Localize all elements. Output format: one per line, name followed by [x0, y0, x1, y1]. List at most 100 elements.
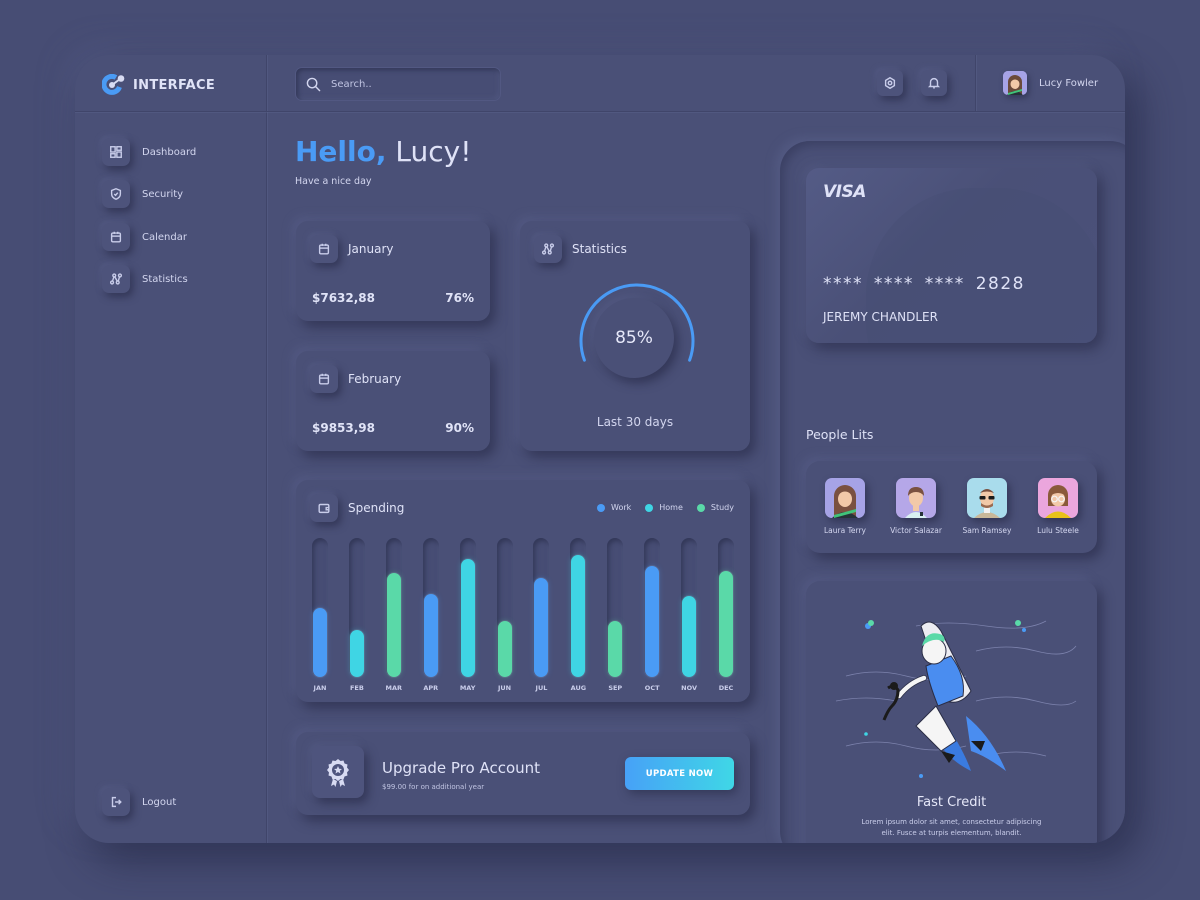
person-name: Victor Salazar — [890, 526, 942, 535]
brand-logo[interactable]: INTERFACE — [102, 74, 215, 96]
legend-item-home[interactable]: Home — [645, 503, 683, 512]
statistics-card[interactable]: Statistics 85% Last 30 days — [520, 221, 750, 451]
bar-sep[interactable] — [608, 621, 623, 677]
bar-track — [312, 538, 328, 677]
credit-description: Lorem ipsum dolor sit amet, consectetur … — [861, 818, 1042, 837]
chart-legend: Work Home Study — [597, 503, 734, 512]
legend-label: Work — [611, 503, 632, 512]
sidebar-item-statistics[interactable]: Statistics — [102, 265, 188, 293]
month-percent: 76% — [445, 291, 474, 305]
user-divider — [975, 55, 976, 111]
avatar — [967, 478, 1007, 518]
month-amount: $7632,88 — [312, 291, 376, 305]
bar-track — [459, 538, 476, 677]
gear-icon — [884, 76, 896, 90]
rocket-illustration — [835, 620, 1077, 778]
credit-card-visual[interactable]: VISA **** **** **** 2828 JEREMY CHANDLER — [806, 168, 1097, 343]
upgrade-card: Upgrade Pro Account $99.00 for on additi… — [296, 732, 750, 815]
bar-jan[interactable] — [313, 607, 327, 677]
bar-may[interactable] — [460, 558, 475, 677]
sidebar-item-dashboard[interactable]: Dashboard — [102, 138, 196, 166]
logout-icon — [111, 796, 122, 808]
bar-label: APR — [423, 684, 439, 692]
month-label: January — [348, 242, 394, 256]
spending-icon-box — [310, 494, 338, 522]
bar-label: JUN — [497, 684, 512, 692]
upgrade-subtitle: $99.00 for on additional year — [382, 783, 485, 791]
month-card-january[interactable]: January $7632,88 76% — [296, 221, 490, 321]
gauge-value: 85% — [594, 298, 674, 378]
legend-label: Study — [710, 503, 734, 512]
spending-header: Spending — [310, 494, 404, 522]
month-percent: 90% — [445, 421, 474, 435]
shield-icon — [110, 187, 122, 201]
search-icon — [306, 77, 321, 91]
bar-aug[interactable] — [571, 554, 586, 677]
bar-jul[interactable] — [534, 578, 549, 677]
legend-label: Home — [659, 503, 683, 512]
bar-track — [533, 538, 550, 677]
statistics-icon-box — [534, 235, 562, 263]
person-name: Laura Terry — [824, 526, 866, 535]
bar-jun[interactable] — [497, 621, 512, 677]
bar-label: DEC — [718, 684, 734, 692]
sidebar-item-label: Dashboard — [142, 146, 197, 158]
avatar — [825, 478, 865, 518]
bar-nov[interactable] — [682, 596, 697, 677]
bar-track — [607, 538, 624, 677]
statistics-footer: Last 30 days — [596, 415, 674, 429]
sidebar-item-security[interactable]: Security — [102, 180, 183, 208]
month-icon-box — [310, 235, 338, 263]
bar-label: MAR — [385, 684, 403, 692]
bell-icon — [927, 77, 941, 89]
calendar-icon — [110, 231, 122, 243]
logout-button[interactable]: Logout — [102, 788, 176, 816]
list-item[interactable]: Victor Salazar — [881, 478, 951, 535]
spending-card: Spending Work Home Study JAN FEB MAR APR MAY… — [296, 480, 750, 702]
avatar — [896, 478, 936, 518]
bar-label: OCT — [644, 684, 660, 692]
legend-dot — [696, 503, 705, 512]
legend-item-study[interactable]: Study — [696, 503, 734, 512]
legend-item-work[interactable]: Work — [597, 503, 631, 512]
bar-dec[interactable] — [719, 571, 733, 677]
settings-button[interactable] — [877, 70, 903, 96]
bar-label: AUG — [570, 684, 587, 692]
bar-mar[interactable] — [386, 572, 401, 677]
fast-credit-card: Fast Credit Lorem ipsum dolor sit amet, … — [806, 581, 1097, 843]
month-card-header: January — [310, 235, 394, 263]
right-panel: VISA **** **** **** 2828 JEREMY CHANDLER… — [780, 141, 1125, 843]
list-item[interactable]: Laura Terry — [810, 478, 880, 535]
user-name: Lucy Fowler — [1039, 77, 1099, 89]
user-profile[interactable]: Lucy Fowler — [1003, 71, 1098, 95]
notifications-button[interactable] — [921, 70, 947, 96]
sidebar-icon-box — [102, 138, 130, 166]
sidebar-item-calendar[interactable]: Calendar — [102, 223, 187, 251]
update-now-button[interactable]: UPDATE NOW — [625, 757, 734, 790]
list-item[interactable]: Lulu Steele — [1023, 478, 1093, 535]
upgrade-icon-box — [312, 746, 364, 798]
credit-title: Fast Credit — [916, 795, 987, 810]
dashboard-icon — [110, 146, 122, 158]
calendar-icon — [318, 373, 330, 385]
month-label: February — [348, 372, 402, 386]
list-item[interactable]: Sam Ramsey — [952, 478, 1022, 535]
sidebar-item-label: Statistics — [142, 273, 188, 285]
bar-track — [496, 538, 513, 677]
search-bar[interactable] — [296, 68, 500, 100]
bar-label: MAY — [459, 684, 476, 692]
search-input[interactable] — [331, 78, 471, 90]
month-icon-box — [310, 365, 338, 393]
bar-label: NOV — [681, 684, 697, 692]
page-title: Hello, Lucy! — [295, 135, 471, 168]
bar-track — [570, 538, 587, 677]
people-title: People Lits — [806, 427, 874, 442]
bar-track — [681, 538, 698, 677]
bar-oct[interactable] — [645, 565, 660, 677]
bar-track — [422, 538, 439, 677]
month-card-february[interactable]: February $9853,98 90% — [296, 351, 490, 451]
bar-label: FEB — [349, 684, 364, 692]
bar-apr[interactable] — [423, 593, 438, 677]
bar-feb[interactable] — [349, 629, 364, 677]
greeting-name: Lucy! — [395, 135, 472, 168]
